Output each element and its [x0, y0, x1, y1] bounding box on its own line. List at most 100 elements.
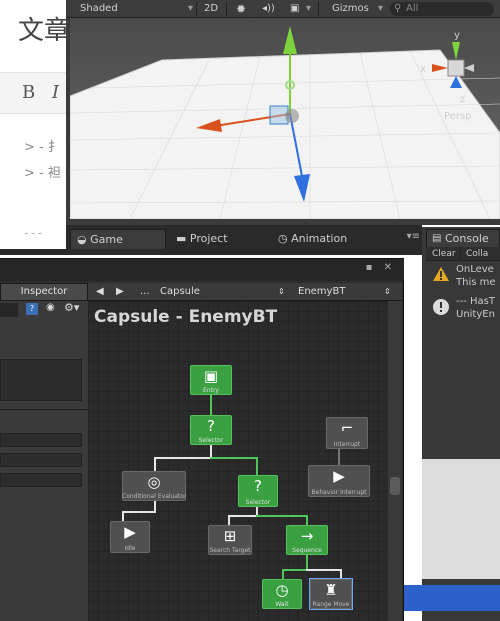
folder-icon: ▬	[176, 232, 190, 245]
play-icon: ▶	[124, 523, 136, 541]
graph-title: Capsule - EnemyBT	[94, 307, 278, 327]
search-target-icon: ⊞	[223, 527, 237, 545]
task-node-wait[interactable]: ◷ Wait	[262, 579, 302, 609]
message-line: UnityEn	[456, 309, 495, 320]
italic-button[interactable]: I	[52, 82, 59, 103]
scrollbar-thumb[interactable]	[390, 477, 400, 495]
message-line: --- HasT	[456, 296, 495, 307]
shading-mode-dropdown[interactable]: Shaded	[80, 1, 118, 17]
behavior-tree-graph[interactable]: Capsule - EnemyBT ▣ Entry ? Selector ◎ C…	[88, 301, 388, 621]
divider	[0, 409, 88, 410]
more-button[interactable]: ...	[140, 284, 150, 300]
task-node-conditional-evaluator[interactable]: ◎ Conditional Evaluator	[122, 471, 186, 501]
node-label: Selector	[198, 437, 224, 444]
panel-menu-icon[interactable]: ▾≡	[407, 231, 420, 242]
property-field[interactable]	[0, 453, 82, 467]
effects-toggle-icon[interactable]: ▣	[290, 1, 299, 17]
task-node-range-move[interactable]: ♜ Range Move	[309, 578, 353, 610]
scene-window: Shaded ▾ 2D ✹ ◂)) ▣ ▾ Gizmos ▾ ⚲ All y x…	[66, 0, 500, 225]
node-label: Idle	[124, 545, 136, 552]
tab-inspector[interactable]: Inspector	[0, 283, 88, 301]
record-icon[interactable]: ◉	[46, 302, 55, 313]
graph-scrollbar[interactable]	[388, 301, 402, 621]
scene-viewport[interactable]: y x z Persp	[70, 18, 500, 219]
connection-line	[338, 449, 340, 465]
connection-line	[228, 515, 230, 525]
search-placeholder: All	[406, 3, 419, 14]
back-arrow-icon[interactable]: ◀	[96, 284, 104, 300]
conditional-evaluator-icon: ◎	[147, 473, 161, 491]
gizmo-y-label: y	[454, 30, 460, 41]
settings-gear-icon[interactable]: ⚙▾	[64, 301, 79, 314]
format-toolbar: B I	[0, 72, 70, 114]
task-node-search-target[interactable]: ⊞ Search Target	[208, 525, 252, 555]
chevron-updown-icon[interactable]: ⇕	[384, 284, 391, 300]
field-input[interactable]	[0, 303, 18, 317]
interrupt-icon: ⌐	[340, 419, 354, 437]
console-message[interactable]: --- HasT UnityEn	[426, 295, 500, 325]
window-controls-icon[interactable]: ▪ ✕	[366, 262, 396, 273]
chevron-down-icon[interactable]: ▾	[188, 1, 193, 17]
horizontal-rule: ---	[24, 226, 45, 241]
tab-game[interactable]: ◒ Game	[70, 229, 166, 249]
mode-2d-toggle[interactable]: 2D	[204, 1, 218, 17]
message-line: OnLeve	[456, 264, 494, 275]
scene-canvas[interactable]: y x z Persp	[70, 18, 500, 219]
blog-editor: 文章 B I > - 扌 > - 袒 ---	[0, 0, 70, 260]
connection-line	[154, 457, 212, 459]
help-icon[interactable]: ?	[26, 303, 38, 315]
chevron-updown-icon[interactable]: ⇕	[278, 284, 285, 300]
connection-line	[282, 569, 308, 571]
task-node-selector[interactable]: ? Selector	[190, 415, 232, 445]
tab-project[interactable]: ▬ Project	[170, 229, 268, 249]
task-node-entry[interactable]: ▣ Entry	[190, 365, 232, 395]
search-icon: ⚲	[394, 3, 402, 14]
console-toolbar: Clear Colla	[426, 247, 500, 261]
node-label: Conditional Evaluator	[122, 493, 186, 500]
blog-line: > - 袒	[24, 166, 61, 181]
selector-icon: ?	[254, 477, 262, 495]
message-line: This me	[456, 277, 496, 288]
clear-button[interactable]: Clear	[428, 247, 461, 261]
tab-animation[interactable]: ◷ Animation	[272, 229, 402, 249]
task-node-sequence[interactable]: → Sequence	[286, 525, 328, 555]
warning-icon	[433, 267, 449, 281]
gizmos-dropdown[interactable]: Gizmos	[332, 1, 369, 17]
bold-button[interactable]: B	[22, 82, 35, 103]
object-selector[interactable]: Capsule	[160, 284, 200, 300]
blog-line: > - 扌	[24, 140, 61, 155]
forward-arrow-icon[interactable]: ▶	[116, 284, 124, 300]
task-node-selector[interactable]: ? Selector	[238, 475, 278, 507]
audio-toggle-icon[interactable]: ◂))	[262, 1, 275, 17]
game-icon: ◒	[77, 233, 91, 246]
scene-toolbar: Shaded ▾ 2D ✹ ◂)) ▣ ▾ Gizmos ▾ ⚲ All	[66, 0, 500, 18]
gizmo-z-label: z	[460, 94, 465, 105]
connection-line	[122, 511, 156, 513]
task-node-idle[interactable]: ▶ Idle	[110, 521, 150, 553]
connection-line	[306, 569, 340, 571]
property-field[interactable]	[0, 473, 82, 487]
chevron-down-icon[interactable]: ▾	[306, 1, 311, 17]
tree-selector[interactable]: EnemyBT	[298, 284, 345, 300]
connection-line	[306, 515, 308, 525]
chevron-down-icon[interactable]: ▾	[378, 1, 383, 17]
connection-line	[228, 515, 258, 517]
property-field[interactable]	[0, 433, 82, 447]
console-panel: ▤ Console Clear Colla OnLeve This me ---…	[422, 227, 500, 621]
tab-console[interactable]: ▤ Console	[426, 229, 500, 247]
tab-game-label: Game	[90, 233, 123, 246]
tab-console-label: Console	[445, 232, 489, 245]
connection-line	[256, 515, 308, 517]
collapse-button[interactable]: Colla	[462, 247, 492, 261]
task-node-behavior-interrupt[interactable]: ▶ Behavior Interrupt	[308, 465, 370, 497]
task-node-interrupt[interactable]: ⌐ Interrupt	[326, 417, 368, 449]
connection-line	[210, 395, 212, 415]
property-box	[0, 359, 82, 401]
selector-icon: ?	[207, 417, 215, 435]
node-label: Selector	[245, 499, 271, 506]
scene-search-input[interactable]: ⚲ All	[390, 2, 494, 16]
console-message[interactable]: OnLeve This me	[426, 263, 500, 293]
connection-line	[256, 457, 258, 475]
node-label: Entry	[203, 387, 219, 394]
lighting-toggle-icon[interactable]: ✹	[236, 1, 246, 17]
